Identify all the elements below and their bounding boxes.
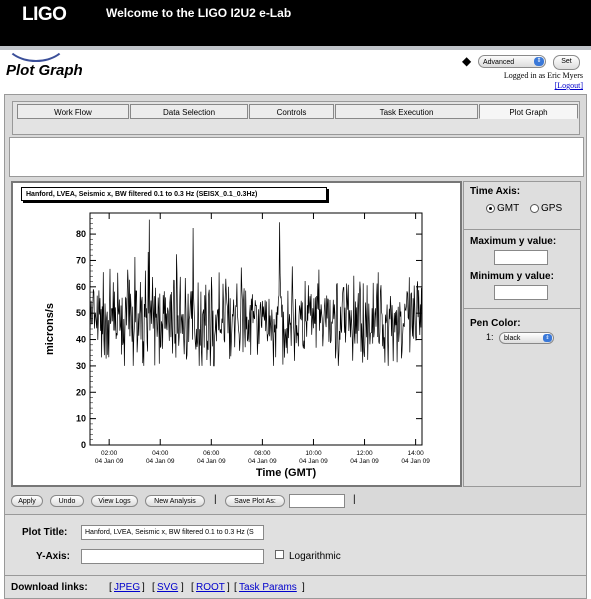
pen-index-label: 1: xyxy=(486,332,494,342)
pen-color-section: Pen Color: 1: black ⇕ xyxy=(464,309,580,354)
bracket: [ xyxy=(152,582,155,593)
message-area xyxy=(9,137,584,177)
bracket: [ xyxy=(234,582,237,593)
time-axis-label: Time Axis: xyxy=(470,186,521,197)
logged-in-text: Logged in as Eric Myers xyxy=(503,71,583,80)
x-tick-date: 04 Jan 09 xyxy=(197,458,226,465)
bracket: ] xyxy=(227,582,230,593)
tab-work-flow[interactable]: Work Flow xyxy=(17,104,129,119)
y-tick-label: 70 xyxy=(76,255,86,265)
task-params-link[interactable]: Task Params xyxy=(239,582,297,593)
plot-title-label: Plot Title: xyxy=(22,527,68,538)
y-axis-label: Y-Axis: xyxy=(36,551,70,562)
site-header: LIGO Welcome to the LIGO I2U2 e-Lab xyxy=(0,0,591,62)
y-tick-label: 60 xyxy=(76,282,86,292)
min-y-input[interactable] xyxy=(494,285,548,300)
action-bar: Apply Undo View Logs New Analysis | Save… xyxy=(5,491,586,511)
y-tick-label: 40 xyxy=(76,335,86,345)
svg-link[interactable]: SVG xyxy=(157,582,178,593)
download-links: Download links: [ JPEG ] [ SVG ] [ ROOT … xyxy=(5,575,586,598)
x-tick-time: 04:00 xyxy=(152,450,169,457)
plot-title-input[interactable]: Hanford, LVEA, Seismic x, BW filtered 0.… xyxy=(81,525,264,540)
diamond-icon: ◆ xyxy=(462,54,472,68)
y-range-section: Maximum y value: Minimum y value: xyxy=(464,230,580,309)
tab-plot-graph[interactable]: Plot Graph xyxy=(479,104,578,119)
min-y-label: Minimum y value: xyxy=(470,271,554,282)
header-divider xyxy=(0,46,591,50)
max-y-input[interactable] xyxy=(494,250,548,265)
y-tick-label: 50 xyxy=(76,308,86,318)
x-tick-date: 04 Jan 09 xyxy=(146,458,175,465)
bracket: [ xyxy=(109,582,112,593)
tab-data-selection[interactable]: Data Selection xyxy=(130,104,248,119)
max-y-label: Maximum y value: xyxy=(470,236,557,247)
pen-color-select[interactable]: black ⇕ xyxy=(499,332,554,344)
gps-label: GPS xyxy=(541,203,563,214)
x-tick-time: 06:00 xyxy=(203,450,220,457)
y-axis-label: microns/s xyxy=(44,303,56,355)
logarithmic-checkbox[interactable] xyxy=(275,550,284,559)
save-plot-name-input[interactable] xyxy=(289,494,345,508)
tab-controls[interactable]: Controls xyxy=(249,104,334,119)
undo-button[interactable]: Undo xyxy=(50,495,84,507)
bracket: ] xyxy=(181,582,184,593)
y-tick-label: 30 xyxy=(76,361,86,371)
time-axis-section: Time Axis: GMT GPS xyxy=(464,182,580,230)
x-tick-time: 08:00 xyxy=(254,450,271,457)
welcome-title: Welcome to the LIGO I2U2 e-Lab xyxy=(106,6,292,20)
view-logs-button[interactable]: View Logs xyxy=(91,495,138,507)
role-select-value: Advanced xyxy=(483,59,515,66)
x-axis-label: Time (GMT) xyxy=(256,467,317,479)
y-tick-label: 80 xyxy=(76,229,86,239)
apply-button[interactable]: Apply xyxy=(11,495,43,507)
download-links-label: Download links: xyxy=(11,582,88,593)
new-analysis-button[interactable]: New Analysis xyxy=(145,495,205,507)
x-tick-date: 04 Jan 09 xyxy=(401,458,430,465)
chart-title: Hanford, LVEA, Seismic x, BW filtered 0.… xyxy=(21,187,327,201)
role-select[interactable]: Advanced ⇕ xyxy=(478,55,546,68)
jpeg-link[interactable]: JPEG xyxy=(114,582,140,593)
x-tick-time: 14:00 xyxy=(407,450,424,457)
x-tick-date: 04 Jan 09 xyxy=(95,458,124,465)
bracket: ] xyxy=(302,582,305,593)
x-tick-date: 04 Jan 09 xyxy=(248,458,277,465)
logout-link[interactable]: [Logout] xyxy=(555,81,583,90)
plot-area: 0 10 20 30 40 50 60 70 80 02:00 04 Jan 09 04:00 04 J… xyxy=(11,181,462,487)
separator: | xyxy=(214,494,217,505)
x-tick-time: 12:00 xyxy=(356,450,373,457)
y-axis-input[interactable] xyxy=(81,549,264,564)
x-tick-date: 04 Jan 09 xyxy=(299,458,328,465)
gps-radio[interactable] xyxy=(530,204,539,213)
root-link[interactable]: ROOT xyxy=(196,582,225,593)
y-tick-label: 20 xyxy=(76,387,86,397)
logarithmic-label: Logarithmic xyxy=(289,551,341,562)
select-arrows-icon: ⇕ xyxy=(543,334,552,342)
seismic-chart: 0102030405060708002:0004 Jan 0904:0004 J… xyxy=(44,212,430,479)
y-tick-label: 10 xyxy=(76,414,86,424)
pen-color-label: Pen Color: xyxy=(470,318,521,329)
x-tick-date: 04 Jan 09 xyxy=(350,458,379,465)
plot-options-panel: Time Axis: GMT GPS Maximum y value: Mini… xyxy=(463,181,581,487)
plot-settings-form: Plot Title: Hanford, LVEA, Seismic x, BW… xyxy=(5,514,586,575)
x-tick-time: 02:00 xyxy=(101,450,118,457)
tab-task-execution[interactable]: Task Execution xyxy=(335,104,478,119)
y-tick-label: 0 xyxy=(81,440,86,450)
gmt-label: GMT xyxy=(497,203,520,214)
bracket: [ xyxy=(191,582,194,593)
x-tick-time: 10:00 xyxy=(305,450,322,457)
save-plot-as-button[interactable]: Save Plot As: xyxy=(225,495,285,507)
select-arrows-icon: ⇕ xyxy=(534,57,544,66)
separator: | xyxy=(353,494,356,505)
main-panel: Work Flow Data Selection Controls Task E… xyxy=(4,94,587,599)
gmt-radio[interactable] xyxy=(486,204,495,213)
set-button[interactable]: Set xyxy=(553,55,580,70)
pen-color-value: black xyxy=(504,335,521,342)
tab-bar: Work Flow Data Selection Controls Task E… xyxy=(12,101,580,135)
bracket: ] xyxy=(142,582,145,593)
ligo-logo[interactable]: LIGO xyxy=(22,4,67,26)
page-title: Plot Graph xyxy=(6,62,83,79)
